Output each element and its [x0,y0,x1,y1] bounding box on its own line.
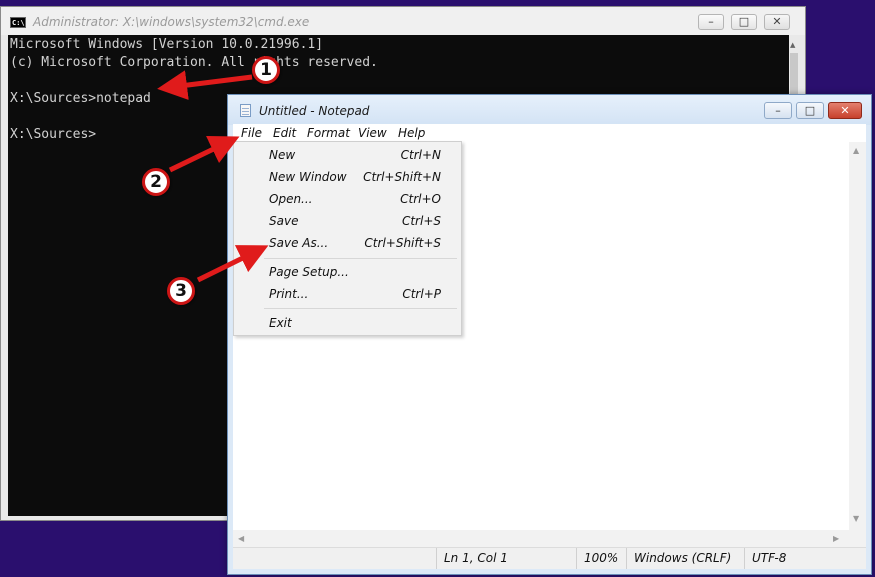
arrow-to-notepad-command [157,70,253,101]
annotation-arrows [157,70,269,283]
arrow-to-file-menu [168,136,240,173]
step-badge-3: 3 [167,277,195,305]
arrow-to-save-as [196,245,269,283]
step-badge-2: 2 [142,168,170,196]
step-badge-1: 1 [252,56,280,84]
